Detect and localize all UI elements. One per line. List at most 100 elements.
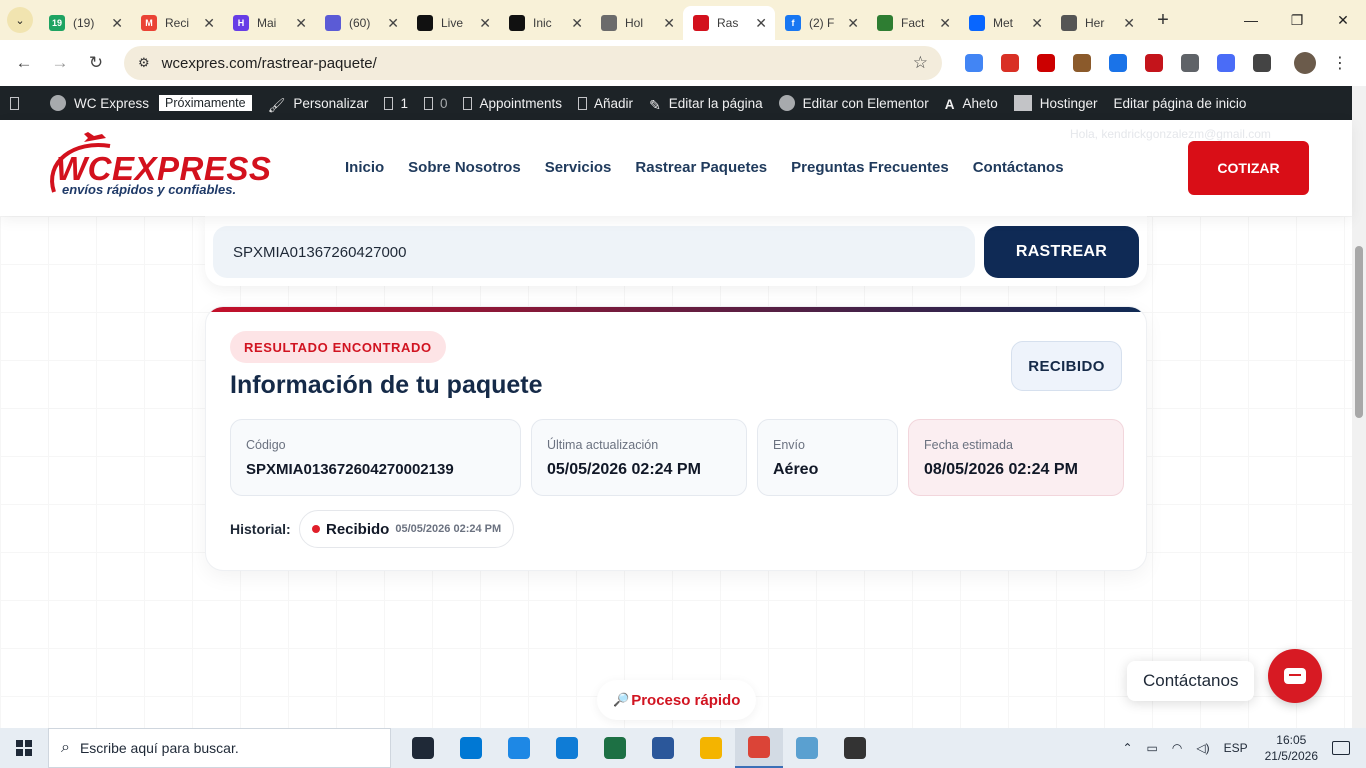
nav-item[interactable]: Rastrear Paquetes [635,159,767,176]
info-label: Envío [773,438,805,452]
tab-favicon-icon [325,15,341,31]
edit-home-link[interactable]: Editar página de inicio [1114,96,1247,111]
tab-close-icon[interactable]: ✕ [755,15,767,32]
extension-icon[interactable] [1001,54,1019,72]
scrollbar-thumb[interactable] [1355,246,1363,418]
address-bar[interactable]: ⚙ wcexpres.com/rastrear-paquete/ ☆ [124,46,942,80]
add-new-link[interactable]: Añadir [578,96,633,111]
extension-icon[interactable] [1073,54,1091,72]
extension-icon[interactable] [1109,54,1127,72]
browser-tab[interactable]: 19 (19) ✕ [39,6,131,40]
nav-item[interactable]: Inicio [345,159,384,176]
taskbar-search[interactable]: ⌕ Escribe aquí para buscar. [48,728,391,768]
info-label: Última actualización [547,438,659,452]
site-info-icon[interactable]: ⚙ [138,55,150,71]
tab-close-icon[interactable]: ✕ [571,15,583,32]
browser-tab[interactable]: f (2) F ✕ [775,6,867,40]
restore-button[interactable]: ❐ [1274,12,1320,29]
taskbar-app[interactable] [783,728,831,768]
result-found-badge: RESULTADO ENCONTRADO [230,331,446,363]
profile-avatar[interactable] [1294,52,1316,74]
tab-close-icon[interactable]: ✕ [1123,15,1135,32]
new-tab-button[interactable]: + [1151,9,1175,32]
tab-search-button[interactable]: ⌄ [7,7,33,33]
tab-close-icon[interactable]: ✕ [111,15,123,32]
wifi-icon[interactable]: ◠ [1172,741,1182,755]
taskbar-app[interactable] [543,728,591,768]
tab-title: Fact [901,16,925,30]
chevron-up-icon[interactable]: ⌃ [1122,741,1132,755]
language-indicator[interactable]: ESP [1224,741,1248,755]
browser-tab[interactable]: Ras ✕ [683,6,775,40]
tab-close-icon[interactable]: ✕ [1031,15,1043,32]
extension-icon[interactable] [1145,54,1163,72]
browser-tab[interactable]: H Mai ✕ [223,6,315,40]
browser-tab[interactable]: Met ✕ [959,6,1051,40]
extension-icon[interactable] [965,54,983,72]
contact-bubble[interactable]: Contáctanos [1127,661,1255,701]
nav-item[interactable]: Contáctanos [973,159,1064,176]
extension-icon[interactable] [1253,54,1271,72]
app-icon [748,736,770,758]
browser-tab[interactable]: Her ✕ [1051,6,1143,40]
tab-close-icon[interactable]: ✕ [663,15,675,32]
minimize-button[interactable]: — [1228,12,1274,28]
tab-close-icon[interactable]: ✕ [847,15,859,32]
browser-tab[interactable]: Hol ✕ [591,6,683,40]
extension-icon[interactable] [1181,54,1199,72]
volume-icon[interactable]: ◁) [1196,741,1209,755]
elementor-link[interactable]: Editar con Elementor [778,95,929,111]
reload-button[interactable]: ↻ [78,53,114,73]
chat-button[interactable] [1268,649,1322,703]
notifications-icon[interactable] [1332,741,1350,755]
taskbar-app[interactable] [495,728,543,768]
customize-link[interactable]: 🖌 Personalizar [268,96,369,113]
tab-close-icon[interactable]: ✕ [203,15,215,32]
quote-button[interactable]: COTIZAR [1188,141,1309,195]
hostinger-link[interactable]: Hostinger [1013,95,1098,111]
taskbar-app[interactable] [687,728,735,768]
appointments-link[interactable]: Appointments [463,96,562,111]
fast-process-tab[interactable]: 🔎 Proceso rápido [597,680,757,720]
browser-tab[interactable]: Fact ✕ [867,6,959,40]
taskbar-app[interactable] [447,728,495,768]
browser-tab[interactable]: (60) ✕ [315,6,407,40]
aheto-link[interactable]: A Aheto [945,96,998,112]
app-icon [844,737,866,759]
taskbar-app[interactable] [591,728,639,768]
edit-page-link[interactable]: ✎ Editar la página [649,96,763,113]
clock-date: 21/5/2026 [1264,749,1318,763]
taskbar-app[interactable] [639,728,687,768]
taskbar-app[interactable] [831,728,879,768]
vertical-scrollbar[interactable] [1352,86,1366,728]
taskbar-app[interactable] [399,728,447,768]
clock[interactable]: 16:05 21/5/2026 [1265,732,1318,764]
nav-item[interactable]: Sobre Nosotros [408,159,521,176]
forward-button[interactable]: → [42,53,78,73]
nav-item[interactable]: Preguntas Frecuentes [791,159,949,176]
tab-close-icon[interactable]: ✕ [295,15,307,32]
extension-icon[interactable] [1037,54,1055,72]
start-button[interactable] [0,728,48,768]
tab-close-icon[interactable]: ✕ [939,15,951,32]
coming-soon-badge[interactable]: Próximamente [159,95,252,111]
browser-tab[interactable]: M Reci ✕ [131,6,223,40]
back-button[interactable]: ← [6,53,42,73]
comments-link[interactable]: 1 [384,96,408,111]
bookmark-star-icon[interactable]: ☆ [913,53,928,73]
site-name-link[interactable]: WC Express [50,95,149,111]
nav-item[interactable]: Servicios [545,159,612,176]
taskbar-app[interactable] [735,728,783,768]
tab-close-icon[interactable]: ✕ [387,15,399,32]
browser-tab[interactable]: Inic ✕ [499,6,591,40]
track-button[interactable]: RASTREAR [984,226,1139,278]
tab-close-icon[interactable]: ✕ [479,15,491,32]
close-window-button[interactable]: ✕ [1320,12,1366,29]
menu-kebab-icon[interactable]: ⋮ [1332,53,1348,73]
battery-icon[interactable]: ▭ [1147,741,1158,755]
new-content-count[interactable]: 0 [423,96,447,111]
browser-tab[interactable]: Live ✕ [407,6,499,40]
extension-icon[interactable] [1217,54,1235,72]
sidebar-toggle[interactable] [10,96,26,110]
tracking-number-input[interactable]: SPXMIA01367260427000 [213,226,975,278]
